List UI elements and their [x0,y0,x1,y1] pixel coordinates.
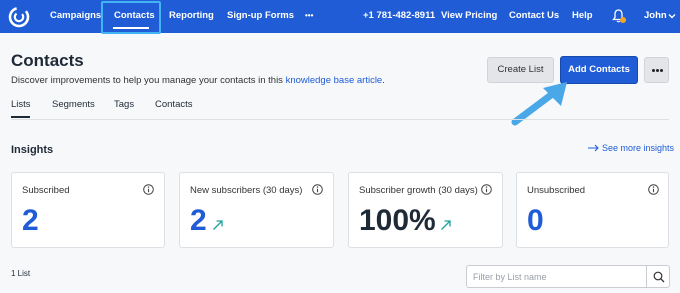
insight-card-unsubscribed: Unsubscribed 0 [516,172,669,248]
info-icon[interactable] [312,184,323,195]
info-icon[interactable] [648,184,659,195]
card-value: 0 [527,204,544,237]
info-icon[interactable] [143,184,154,195]
nav-help[interactable]: Help [572,0,593,33]
search-icon [653,271,665,283]
trend-up-icon [441,220,451,230]
arrow-right-icon [588,144,599,152]
nav-campaigns[interactable]: Campaigns [50,0,101,33]
nav-signup-forms[interactable]: Sign-up Forms [227,0,294,33]
nav-phone[interactable]: +1 781-482-8911 [363,0,435,33]
active-tab-indicator [11,116,30,118]
page-description: Discover improvements to help you manage… [11,75,385,86]
notification-dot [620,17,626,23]
trend-up-icon [213,220,223,230]
card-label: Unsubscribed [527,185,586,196]
tab-lists[interactable]: Lists [11,99,31,110]
more-options-button[interactable] [644,57,669,83]
nav-contact-us[interactable]: Contact Us [509,0,559,33]
nav-view-pricing[interactable]: View Pricing [441,0,497,33]
card-value: 100% [359,204,436,237]
more-dot-icon [656,69,659,72]
filter-search-button[interactable] [646,265,670,288]
nav-user-name[interactable]: John [644,0,667,33]
description-suffix: . [382,75,385,86]
card-label: Subscriber growth (30 days) [359,185,478,196]
tab-segments[interactable]: Segments [52,99,95,110]
see-more-label: See more insights [602,143,675,153]
list-count: 1 List [11,269,31,278]
top-nav-bar: Campaigns Contacts Reporting Sign-up For… [0,0,680,34]
tab-tags[interactable]: Tags [114,99,134,110]
info-icon[interactable] [481,184,492,195]
nav-active-indicator [113,27,149,29]
see-more-insights-link[interactable]: See more insights [588,143,674,153]
filter-list-input[interactable] [466,265,647,288]
knowledge-base-link[interactable]: knowledge base article [286,75,383,86]
more-dot-icon [652,69,655,72]
nav-reporting[interactable]: Reporting [169,0,214,33]
card-label: Subscribed [22,185,70,196]
card-value: 2 [190,204,207,237]
constant-contact-logo-icon[interactable] [8,6,30,28]
insight-card-subscriber-growth: Subscriber growth (30 days) 100% [348,172,503,248]
insights-heading: Insights [11,144,54,156]
nav-more-menu[interactable]: ••• [305,0,313,33]
description-text: Discover improvements to help you manage… [11,75,286,86]
page-title: Contacts [11,51,84,70]
card-label: New subscribers (30 days) [190,185,303,196]
tabs-divider [11,119,669,120]
callout-arrow-icon [511,82,567,126]
tab-contacts[interactable]: Contacts [155,99,193,110]
insight-card-subscribed: Subscribed 2 [11,172,165,248]
insight-card-new-subscribers: New subscribers (30 days) 2 [179,172,334,248]
more-dot-icon [660,69,663,72]
card-value: 2 [22,204,39,237]
chevron-down-icon[interactable] [668,12,676,20]
